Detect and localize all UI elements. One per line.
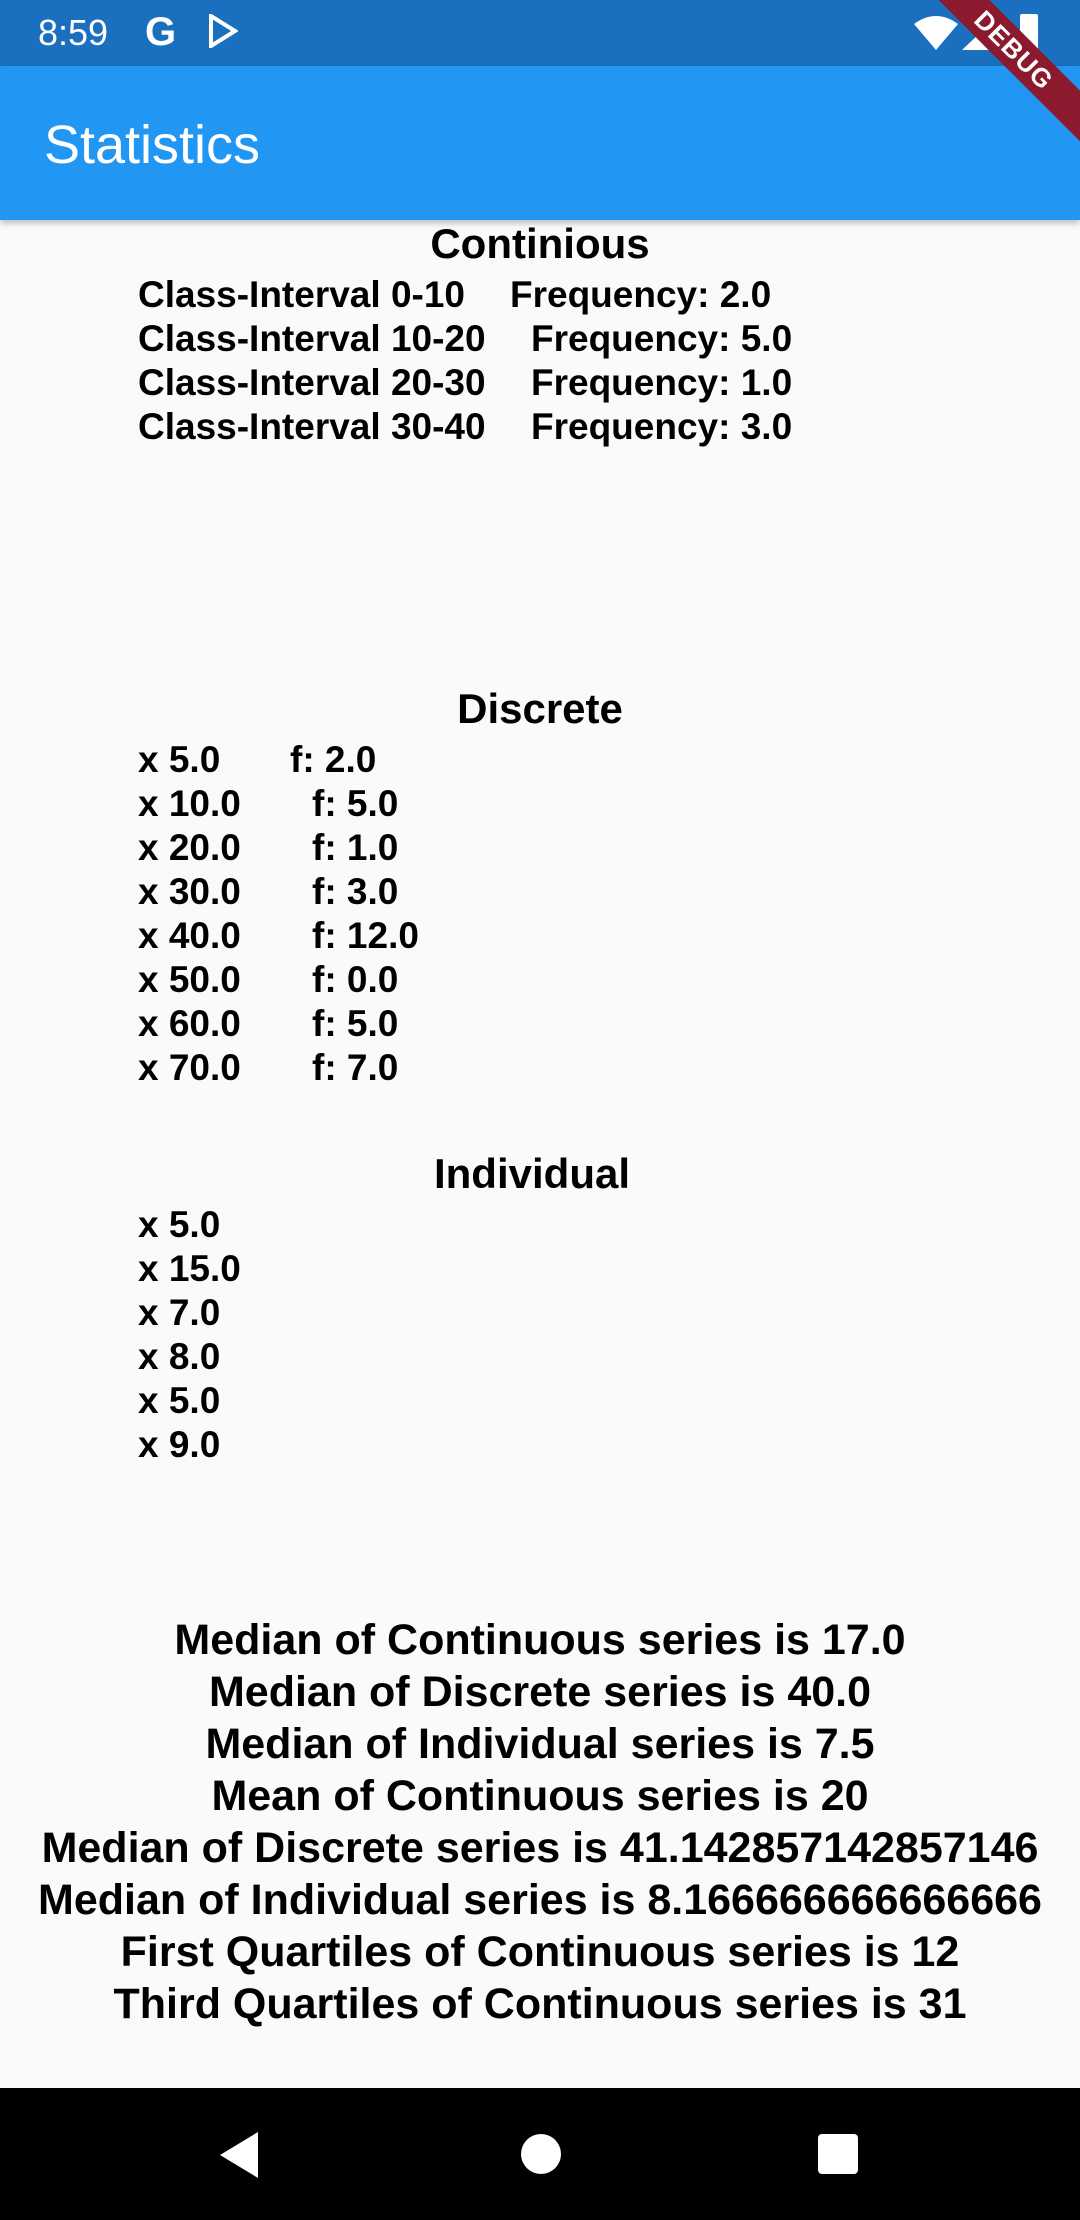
result-line: Median of Discrete series is 40.0 [208, 1668, 872, 1716]
continuous-row: Class-Interval 10-20 Frequency: 5.0 [138, 318, 792, 360]
f-value: f: 0.0 [312, 959, 399, 1000]
frequency-label: Frequency: 2.0 [510, 274, 772, 315]
back-icon[interactable] [220, 2132, 258, 2178]
individual-row: x 5.0 [138, 1380, 221, 1421]
result-line: Third Quartiles of Continuous series is … [113, 1980, 967, 2028]
status-time: 8:59 [38, 12, 109, 53]
x-value: x 5.0 [138, 739, 221, 780]
f-value: f: 7.0 [312, 1047, 399, 1088]
frequency-label: Frequency: 5.0 [531, 318, 793, 359]
status-bar: 8:59 G [0, 0, 1080, 66]
play-store-icon [208, 12, 239, 53]
individual-row: x 15.0 [138, 1248, 241, 1289]
individual-row: x 5.0 [138, 1204, 221, 1245]
discrete-row: x 5.0 f: 2.0 [138, 739, 376, 781]
interval-label: Class-Interval 30-40 [138, 406, 486, 447]
home-icon[interactable] [521, 2134, 561, 2174]
interval-label: Class-Interval 10-20 [138, 318, 486, 359]
x-value: x 30.0 [138, 871, 241, 912]
result-line: Median of Discrete series is 41.14285714… [41, 1824, 1039, 1872]
individual-title: Individual [433, 1150, 630, 1197]
f-value: f: 5.0 [312, 1003, 399, 1044]
x-value: x 50.0 [138, 959, 241, 1000]
results-list: Median of Continuous series is 17.0 Medi… [0, 1614, 1080, 2030]
f-value: f: 5.0 [312, 783, 399, 824]
f-value: f: 1.0 [312, 827, 399, 868]
frequency-label: Frequency: 1.0 [531, 362, 793, 403]
result-line: Median of Individual series is 8.1666666… [38, 1876, 1042, 1924]
result-line: First Quartiles of Continuous series is … [120, 1928, 960, 1976]
interval-label: Class-Interval 20-30 [138, 362, 486, 403]
result-line: Mean of Continuous series is 20 [211, 1772, 869, 1820]
x-value: x 40.0 [138, 915, 241, 956]
interval-label: Class-Interval 0-10 [138, 274, 466, 315]
app-bar: Statistics [0, 66, 1080, 220]
discrete-row: x 30.0 f: 3.0 [138, 871, 398, 913]
x-value: x 70.0 [138, 1047, 241, 1088]
individual-row: x 7.0 [138, 1292, 221, 1333]
continuous-title: Continious [430, 220, 650, 267]
app-title: Statistics [44, 115, 261, 175]
result-line: Median of Continuous series is 17.0 [174, 1616, 906, 1664]
discrete-row: x 40.0 f: 12.0 [138, 915, 419, 957]
google-icon: G [145, 10, 177, 54]
f-value: f: 12.0 [312, 915, 419, 956]
discrete-row: x 20.0 f: 1.0 [138, 827, 398, 869]
x-value: x 60.0 [138, 1003, 241, 1044]
f-value: f: 2.0 [290, 739, 377, 780]
x-value: x 10.0 [138, 783, 241, 824]
frequency-label: Frequency: 3.0 [531, 406, 793, 447]
individual-row: x 8.0 [138, 1336, 221, 1377]
continuous-row: Class-Interval 20-30 Frequency: 1.0 [138, 362, 792, 404]
recents-icon[interactable] [818, 2134, 858, 2174]
individual-row: x 9.0 [138, 1424, 221, 1465]
continuous-row: Class-Interval 0-10 Frequency: 2.0 [138, 274, 771, 316]
result-line: Median of Individual series is 7.5 [205, 1720, 875, 1768]
discrete-row: x 60.0 f: 5.0 [138, 1003, 398, 1045]
discrete-row: x 50.0 f: 0.0 [138, 959, 398, 1001]
discrete-row: x 70.0 f: 7.0 [138, 1047, 398, 1089]
continuous-row: Class-Interval 30-40 Frequency: 3.0 [138, 406, 792, 448]
x-value: x 20.0 [138, 827, 241, 868]
discrete-title: Discrete [457, 685, 623, 732]
discrete-row: x 10.0 f: 5.0 [138, 783, 398, 825]
f-value: f: 3.0 [312, 871, 399, 912]
wifi-icon [914, 16, 958, 55]
navigation-bar [0, 2088, 1080, 2220]
